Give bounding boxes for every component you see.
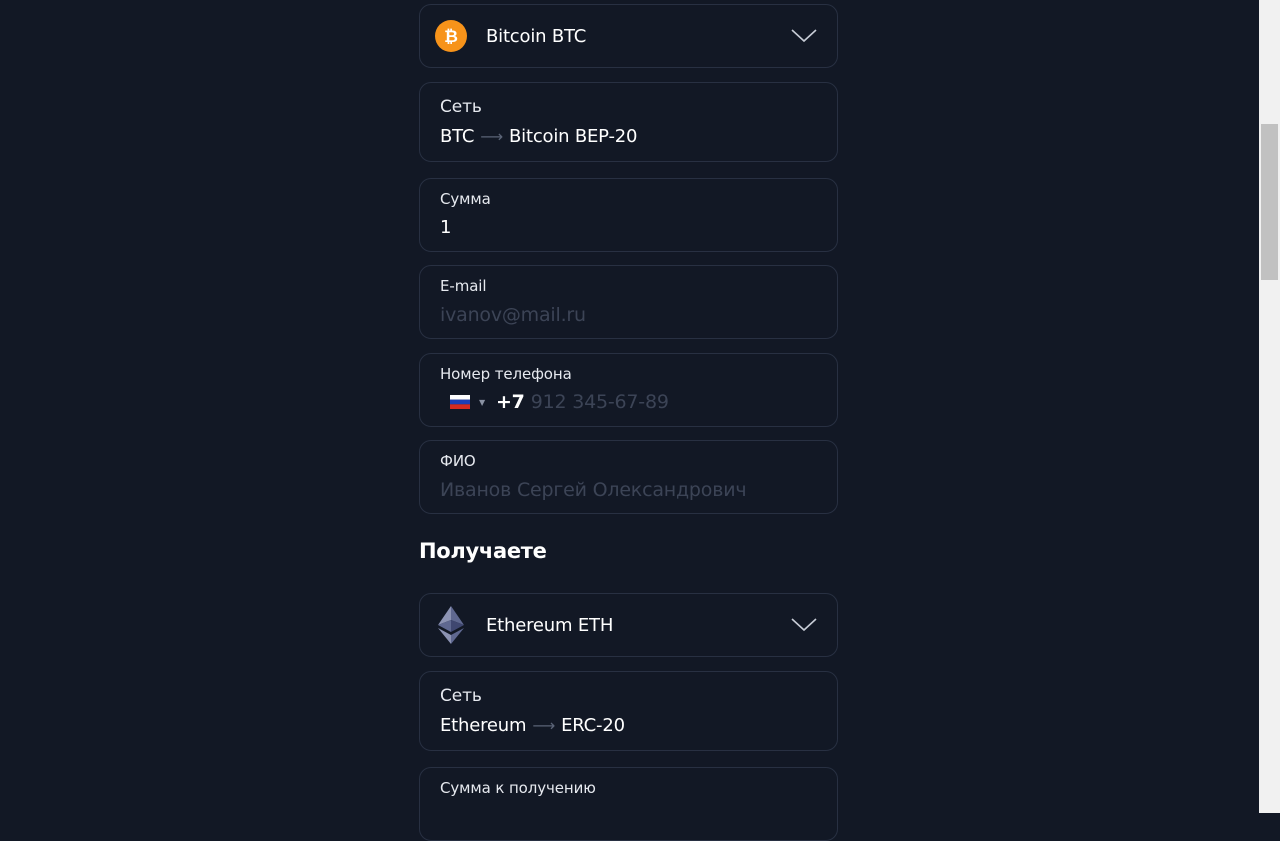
country-select[interactable]: ▼ xyxy=(450,395,485,409)
amount-field[interactable]: Сумма 1 xyxy=(419,178,838,252)
amount-input[interactable]: 1 xyxy=(440,217,451,238)
network-label: Сеть xyxy=(440,686,482,706)
scrollbar-thumb[interactable] xyxy=(1261,124,1278,280)
network-value: Ethereum ⟶ ERC-20 xyxy=(440,715,625,736)
caret-down-icon: ▼ xyxy=(479,397,485,407)
fullname-field[interactable]: ФИО Иванов Сергей Олександрович xyxy=(419,440,838,514)
email-input[interactable]: ivanov@mail.ru xyxy=(440,304,586,326)
arrow-right-icon: ⟶ xyxy=(532,716,556,735)
bitcoin-icon: ₿ xyxy=(435,20,467,52)
phone-input[interactable]: 912 345-67-89 xyxy=(531,391,669,413)
network-from: BTC xyxy=(440,126,475,147)
network-to: ERC-20 xyxy=(561,715,625,736)
receive-section-title: Получаете xyxy=(419,539,547,563)
receive-amount-field[interactable]: Сумма к получению xyxy=(419,767,838,841)
network-label: Сеть xyxy=(440,97,482,117)
svg-text:₿: ₿ xyxy=(444,27,458,47)
scrollbar-track[interactable] xyxy=(1259,0,1280,813)
receive-currency-select[interactable]: Ethereum ETH xyxy=(419,593,838,657)
chevron-down-icon[interactable] xyxy=(791,29,817,43)
phone-label: Номер телефона xyxy=(440,365,572,383)
network-value: BTC ⟶ Bitcoin BEP-20 xyxy=(440,126,637,147)
phone-field[interactable]: Номер телефона ▼ +7 912 345-67-89 xyxy=(419,353,838,427)
network-to: Bitcoin BEP-20 xyxy=(509,126,638,147)
send-network-field[interactable]: Сеть BTC ⟶ Bitcoin BEP-20 xyxy=(419,82,838,162)
amount-label: Сумма xyxy=(440,190,491,208)
receive-currency-label: Ethereum ETH xyxy=(486,614,614,636)
phone-input-row: ▼ +7 912 345-67-89 xyxy=(450,391,669,413)
email-field[interactable]: E-mail ivanov@mail.ru xyxy=(419,265,838,339)
arrow-right-icon: ⟶ xyxy=(480,127,504,146)
network-from: Ethereum xyxy=(440,715,527,736)
fullname-label: ФИО xyxy=(440,452,476,470)
receive-network-field[interactable]: Сеть Ethereum ⟶ ERC-20 xyxy=(419,671,838,751)
ethereum-icon xyxy=(435,606,467,644)
email-label: E-mail xyxy=(440,277,487,295)
send-currency-label: Bitcoin BTC xyxy=(486,25,587,47)
send-currency-select[interactable]: ₿ Bitcoin BTC xyxy=(419,4,838,68)
phone-prefix: +7 xyxy=(495,391,525,413)
chevron-down-icon[interactable] xyxy=(791,618,817,632)
russia-flag-icon xyxy=(450,395,470,409)
fullname-input[interactable]: Иванов Сергей Олександрович xyxy=(440,479,747,501)
receive-amount-label: Сумма к получению xyxy=(440,779,596,797)
